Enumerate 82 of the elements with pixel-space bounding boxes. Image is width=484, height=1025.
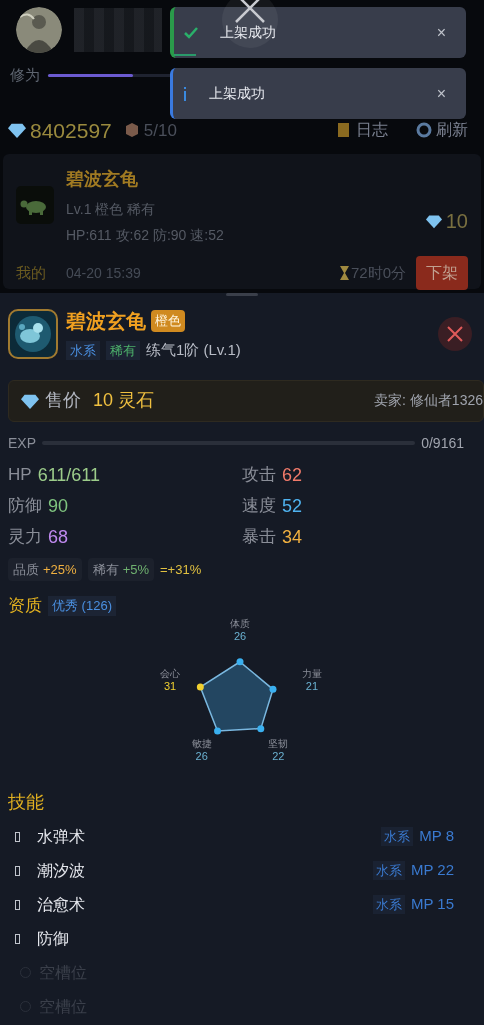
skill-name: 治愈术 (37, 894, 86, 915)
diamond-icon (8, 121, 26, 140)
listing-price: 10 (445, 209, 468, 234)
glyph-placeholder-icon (15, 899, 20, 910)
stat-label: 攻击 (242, 464, 276, 487)
owner-label: 我的 (16, 262, 46, 283)
skill-name: 防御 (37, 928, 70, 949)
skill-name: 水弹术 (37, 826, 86, 847)
stat-value: 68 (48, 525, 69, 549)
element-tag: 水系 (372, 894, 405, 915)
glyph-placeholder-icon (15, 831, 20, 842)
grade-badge: 优秀 (126) (48, 596, 116, 616)
log-button[interactable]: 日志 (336, 118, 388, 143)
price-value: 10 灵石 (93, 389, 156, 412)
exp-reading: 0/9161 (421, 433, 464, 453)
close-button[interactable] (438, 316, 472, 351)
realm-level: 练气1阶 (Lv.1) (146, 340, 241, 360)
currency-amount: 8402597 (30, 117, 112, 144)
refresh-icon (416, 122, 432, 139)
info-icon (183, 86, 187, 101)
axis-label: 坚韧 (268, 736, 289, 750)
diamond-icon (425, 213, 442, 229)
stat-label: 防御 (8, 495, 42, 518)
bonus-tag: 稀有 +5% (87, 557, 154, 581)
remaining-time: 72时0分 (350, 262, 406, 283)
element-tag: 水系 (381, 826, 414, 847)
delist-button[interactable]: 下架 (416, 256, 468, 290)
stat-label: HP (8, 464, 32, 487)
axis-value: 22 (272, 749, 285, 763)
stat-label: 灵力 (8, 526, 42, 549)
close-icon[interactable] (220, 0, 280, 50)
listing-time: 04-20 15:39 (66, 263, 141, 283)
drag-handle[interactable] (226, 293, 258, 296)
glyph-placeholder-icon (15, 933, 20, 944)
toast-message: 上架成功 (220, 23, 277, 42)
mp-cost: MP 22 (410, 860, 454, 881)
bonus-tag: 品质 +25% (8, 557, 82, 581)
bag-count: 5/10 (143, 119, 177, 142)
axis-value: 26 (233, 629, 247, 643)
close-icon (447, 325, 463, 342)
axis-value: 31 (163, 680, 177, 694)
axis-value: 26 (195, 749, 208, 763)
pet-name: 碧波玄龟 (66, 168, 139, 191)
mp-cost: MP 8 (419, 826, 454, 847)
skill-name: 潮汐波 (37, 860, 86, 881)
stat-value: 34 (282, 525, 303, 549)
pet-tag: 稀有 (106, 340, 140, 360)
price-label: 售价 (45, 389, 81, 412)
hourglass-icon (339, 266, 349, 280)
turtle-icon (16, 186, 54, 224)
stat-label: 速度 (242, 495, 276, 518)
close-button[interactable]: × (436, 20, 446, 45)
axis-value: 21 (305, 680, 319, 694)
stat-label: 暴击 (242, 526, 276, 549)
axis-label: 会心 (160, 667, 181, 681)
axis-label: 敏捷 (191, 736, 212, 750)
seller-name: 卖家: 修仙者1326 (374, 391, 483, 410)
stat-value: 52 (282, 494, 303, 518)
quality-badge: 橙色 (151, 310, 185, 332)
pet-summary: Lv.1 橙色 稀有 (66, 200, 157, 219)
refresh-button[interactable]: 刷新 (416, 118, 468, 143)
element-tag: 水系 (372, 860, 405, 881)
axis-label: 体质 (230, 616, 250, 630)
axis-label: 力量 (301, 667, 322, 681)
mp-cost: MP 15 (410, 894, 454, 915)
exp-label: EXP (8, 433, 36, 453)
check-icon (184, 26, 198, 39)
pet-name: 碧波玄龟 (66, 309, 146, 334)
stat-value: 62 (282, 463, 303, 487)
toast-message: 上架成功 (209, 84, 266, 103)
pet-stats: HP:611 攻:62 防:90 速:52 (66, 226, 225, 245)
glyph-placeholder-icon (15, 865, 20, 876)
book-icon (336, 122, 352, 139)
stat-value: 611/611 (37, 463, 101, 487)
close-button[interactable]: × (436, 81, 446, 106)
section-title: 技能 (8, 790, 44, 814)
bonus-total: =+31% (160, 560, 202, 579)
section-title: 资质 (8, 595, 42, 617)
stat-value: 90 (48, 494, 69, 518)
box-icon (123, 122, 140, 139)
pet-tag: 水系 (66, 340, 100, 360)
cultivation-label: 修为 (10, 65, 40, 85)
